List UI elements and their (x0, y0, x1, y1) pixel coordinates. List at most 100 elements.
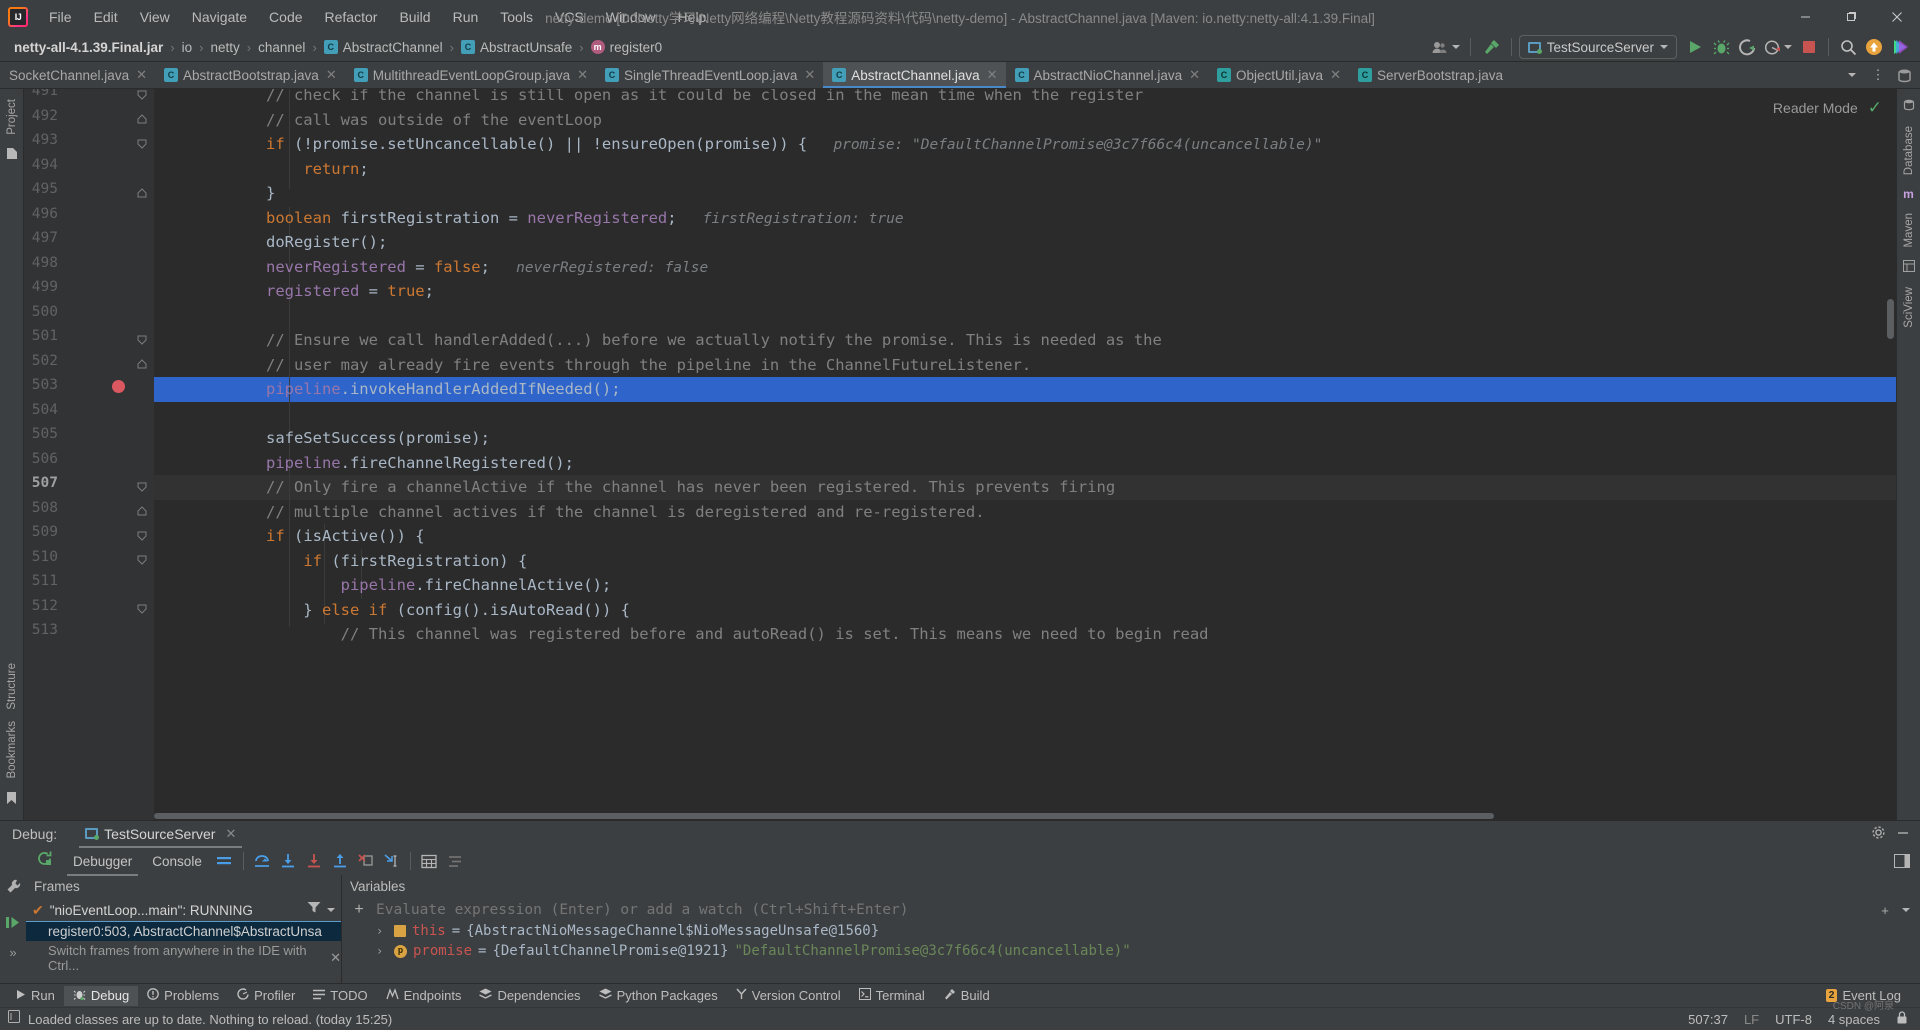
tool-window-run[interactable]: Run (6, 986, 64, 1005)
tab-close-icon[interactable]: ✕ (987, 67, 998, 83)
rerun-icon[interactable] (26, 850, 63, 872)
breakpoint-icon[interactable] (112, 380, 125, 393)
menu-edit[interactable]: Edit (83, 5, 129, 29)
menu-code[interactable]: Code (258, 5, 313, 29)
mute-breakpoints-icon[interactable] (442, 850, 468, 872)
sidebar-item-project[interactable]: Project (6, 93, 18, 141)
add-watch-icon[interactable]: + (350, 901, 368, 919)
tab-list-dropdown-icon[interactable] (1840, 63, 1864, 87)
scrollbar-thumb[interactable] (1887, 299, 1894, 339)
tool-window-event-log[interactable]: 2 Event Log (1817, 986, 1910, 1005)
reader-mode-indicator[interactable]: Reader Mode ✓ (1773, 98, 1882, 118)
tab-options-icon[interactable]: ⋮ (1866, 63, 1890, 87)
tab-close-icon[interactable]: ✕ (1189, 67, 1200, 83)
breadcrumb-item-register0[interactable]: m register0 (587, 39, 667, 56)
breadcrumb-item-io[interactable]: io (178, 39, 197, 56)
thread-selector-row[interactable]: ✔ "nioEventLoop...main": RUNNING (26, 899, 341, 921)
indent-setting[interactable]: 4 spaces (1828, 1012, 1880, 1027)
fold-marker-icon[interactable] (136, 138, 147, 149)
menu-run[interactable]: Run (442, 5, 490, 29)
fold-marker-icon[interactable] (136, 506, 147, 517)
maximize-button[interactable] (1828, 0, 1874, 33)
breadcrumb-item-abstractchannel[interactable]: C AbstractChannel (320, 39, 447, 56)
fold-marker-icon[interactable] (136, 359, 147, 370)
tool-window-terminal[interactable]: Terminal (850, 986, 934, 1005)
tab-serverbootstrap[interactable]: C ServerBootstrap.java (1349, 62, 1511, 88)
commit-icon[interactable] (6, 141, 18, 169)
code-text-area[interactable]: // check if the channel is still open as… (154, 89, 1896, 820)
menu-build[interactable]: Build (388, 5, 441, 29)
database-panel-icon[interactable] (1903, 93, 1915, 120)
fold-marker-icon[interactable] (136, 603, 147, 614)
breadcrumb-item-abstractunsafe[interactable]: C AbstractUnsafe (457, 39, 576, 56)
editor-gutter[interactable]: 491 492 493 494 495 496 497 498 499 500 … (24, 89, 168, 820)
chevron-down-icon[interactable] (1902, 908, 1910, 912)
tool-window-python-packages[interactable]: Python Packages (590, 986, 727, 1005)
force-step-into-icon[interactable] (301, 850, 327, 872)
menu-file[interactable]: File (38, 5, 83, 29)
evaluate-expression-input[interactable] (376, 902, 1868, 918)
sidebar-item-sciview[interactable]: SciView (1903, 281, 1915, 334)
filter-icon[interactable] (307, 901, 321, 919)
fold-marker-icon[interactable] (136, 481, 147, 492)
evaluate-expression-icon[interactable] (416, 850, 442, 872)
overflow-menu-icon[interactable]: » (9, 945, 16, 960)
debug-session-tab[interactable]: TestSourceServer ✕ (79, 823, 243, 848)
caret-position[interactable]: 507:37 (1688, 1012, 1728, 1027)
sidebar-item-maven[interactable]: Maven (1903, 207, 1915, 254)
sidebar-item-database[interactable]: Database (1903, 120, 1915, 181)
build-hammer-icon[interactable] (1478, 35, 1504, 59)
menu-view[interactable]: View (129, 5, 181, 29)
tool-window-debug[interactable]: Debug (63, 985, 139, 1006)
breadcrumb-item-jar[interactable]: netty-all-4.1.39.Final.jar (10, 39, 167, 56)
chevron-down-icon[interactable] (327, 908, 335, 912)
tab-singlethreadeventloop[interactable]: C SingleThreadEventLoop.java ✕ (596, 62, 823, 88)
tool-window-todo[interactable]: TODO (304, 986, 376, 1005)
run-button[interactable] (1683, 35, 1707, 59)
evaluate-expression-row[interactable]: + + (342, 899, 1920, 921)
menu-tools[interactable]: Tools (489, 5, 544, 29)
tab-debugger[interactable]: Debugger (63, 851, 142, 876)
tab-close-icon[interactable]: ✕ (804, 67, 815, 83)
tab-abstractniochannel[interactable]: C AbstractNioChannel.java ✕ (1006, 62, 1209, 88)
line-separator[interactable]: LF (1744, 1012, 1759, 1027)
stop-button[interactable] (1797, 35, 1821, 59)
tab-multithreadeventloopgroup[interactable]: C MultithreadEventLoopGroup.java ✕ (345, 62, 596, 88)
breadcrumb-item-netty[interactable]: netty (207, 39, 244, 56)
step-out-icon[interactable] (327, 850, 353, 872)
tool-window-build[interactable]: Build (934, 986, 999, 1006)
tool-window-problems[interactable]: Problems (138, 986, 228, 1005)
minimize-icon[interactable] (1896, 825, 1910, 843)
variable-row-promise[interactable]: - › p promise = {DefaultChannelPromise@1… (342, 941, 1920, 961)
editor-vertical-scrollbar[interactable] (1885, 89, 1896, 820)
fold-marker-icon[interactable] (136, 114, 147, 125)
step-into-icon[interactable] (275, 850, 301, 872)
sciview-icon[interactable] (1902, 254, 1915, 281)
fold-marker-icon[interactable] (136, 530, 147, 541)
update-button[interactable] (1862, 35, 1886, 59)
bookmark-icon[interactable] (6, 785, 17, 814)
step-over-icon[interactable] (249, 850, 275, 872)
tab-abstractbootstrap[interactable]: C AbstractBootstrap.java ✕ (155, 62, 345, 88)
debug-button[interactable] (1709, 35, 1733, 59)
editor-horizontal-scrollbar[interactable] (154, 811, 1885, 820)
tool-window-endpoints[interactable]: Endpoints (377, 986, 471, 1005)
minimize-button[interactable] (1782, 0, 1828, 33)
session-close-icon[interactable]: ✕ (225, 826, 236, 842)
search-everywhere-button[interactable] (1836, 35, 1860, 59)
run-configuration-selector[interactable]: TestSourceServer (1518, 35, 1677, 59)
profile-button[interactable] (1761, 35, 1795, 59)
expand-chevron-icon[interactable]: › (376, 944, 388, 958)
menu-window[interactable]: Window (595, 5, 667, 29)
run-with-coverage-button[interactable] (1735, 35, 1759, 59)
drop-frame-icon[interactable] (353, 850, 379, 872)
expand-chevron-icon[interactable]: › (376, 924, 388, 938)
frame-row-selected[interactable]: register0:503, AbstractChannel$AbstractU… (26, 921, 341, 941)
tab-abstractchannel[interactable]: C AbstractChannel.java ✕ (823, 62, 1006, 88)
menu-refactor[interactable]: Refactor (314, 5, 389, 29)
tab-console[interactable]: Console (142, 851, 212, 872)
scrollbar-thumb[interactable] (154, 813, 1494, 819)
tab-close-icon[interactable]: ✕ (136, 67, 147, 83)
user-icon[interactable] (1429, 35, 1463, 59)
lock-icon[interactable] (1896, 1011, 1908, 1027)
